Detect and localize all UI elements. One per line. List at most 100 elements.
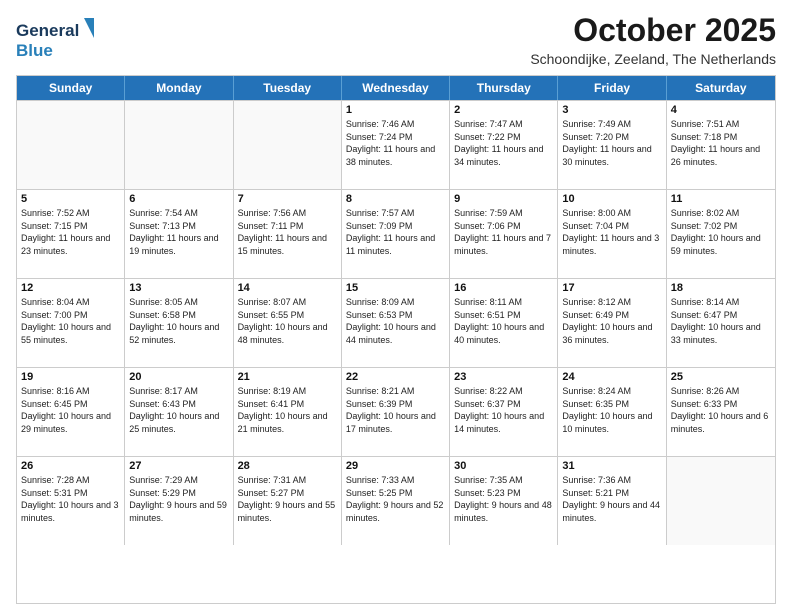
calendar-body: 1 Sunrise: 7:46 AM Sunset: 7:24 PM Daylig… [17,100,775,545]
day-info: Sunrise: 7:52 AM Sunset: 7:15 PM Dayligh… [21,207,120,257]
day-info: Sunrise: 8:02 AM Sunset: 7:02 PM Dayligh… [671,207,771,257]
table-row: 4 Sunrise: 7:51 AM Sunset: 7:18 PM Daylig… [667,101,775,189]
day-info: Sunrise: 8:09 AM Sunset: 6:53 PM Dayligh… [346,296,445,346]
day-info: Sunrise: 8:19 AM Sunset: 6:41 PM Dayligh… [238,385,337,435]
svg-text:Blue: Blue [16,41,53,60]
table-row: 29 Sunrise: 7:33 AM Sunset: 5:25 PM Dayli… [342,457,450,545]
table-row: 19Sunrise: 8:16 AM Sunset: 6:45 PM Dayli… [17,368,125,456]
day-number: 31 [562,460,661,472]
day-number: 15 [346,282,445,294]
day-number: 6 [129,193,228,205]
table-row: 20 Sunrise: 8:17 AM Sunset: 6:43 PM Dayli… [125,368,233,456]
day-info: Sunrise: 8:05 AM Sunset: 6:58 PM Dayligh… [129,296,228,346]
header-monday: Monday [125,76,233,100]
header-wednesday: Wednesday [342,76,450,100]
table-row: 25Sunrise: 8:26 AM Sunset: 6:33 PM Dayli… [667,368,775,456]
title-area: October 2025 Schoondijke, Zeeland, The N… [530,12,776,67]
table-row: 11 Sunrise: 8:02 AM Sunset: 7:02 PM Dayli… [667,190,775,278]
day-number: 20 [129,371,228,383]
day-number: 25 [671,371,771,383]
day-info: Sunrise: 8:21 AM Sunset: 6:39 PM Dayligh… [346,385,445,435]
day-info: Sunrise: 7:28 AM Sunset: 5:31 PM Dayligh… [21,474,120,524]
day-number: 1 [346,104,445,116]
header-thursday: Thursday [450,76,558,100]
day-number: 13 [129,282,228,294]
table-row: 3 Sunrise: 7:49 AM Sunset: 7:20 PM Daylig… [558,101,666,189]
day-info: Sunrise: 7:29 AM Sunset: 5:29 PM Dayligh… [129,474,228,524]
day-info: Sunrise: 7:59 AM Sunset: 7:06 PM Dayligh… [454,207,553,257]
day-info: Sunrise: 8:12 AM Sunset: 6:49 PM Dayligh… [562,296,661,346]
table-row: 6 Sunrise: 7:54 AM Sunset: 7:13 PM Daylig… [125,190,233,278]
week-row-4: 19Sunrise: 8:16 AM Sunset: 6:45 PM Dayli… [17,367,775,456]
day-number: 27 [129,460,228,472]
day-number: 30 [454,460,553,472]
calendar: Sunday Monday Tuesday Wednesday Thursday… [16,75,776,604]
day-info: Sunrise: 7:49 AM Sunset: 7:20 PM Dayligh… [562,118,661,168]
day-number: 2 [454,104,553,116]
day-info: Sunrise: 7:33 AM Sunset: 5:25 PM Dayligh… [346,474,445,524]
day-info: Sunrise: 7:56 AM Sunset: 7:11 PM Dayligh… [238,207,337,257]
day-number: 10 [562,193,661,205]
table-row: 2 Sunrise: 7:47 AM Sunset: 7:22 PM Daylig… [450,101,558,189]
day-number: 11 [671,193,771,205]
header-saturday: Saturday [667,76,775,100]
svg-text:General: General [16,21,79,40]
month-title: October 2025 [530,12,776,49]
table-row: 21 Sunrise: 8:19 AM Sunset: 6:41 PM Dayli… [234,368,342,456]
table-row: 1 Sunrise: 7:46 AM Sunset: 7:24 PM Daylig… [342,101,450,189]
table-row [125,101,233,189]
day-number: 21 [238,371,337,383]
header: General Blue October 2025 Schoondijke, Z… [16,12,776,67]
table-row: 23 Sunrise: 8:22 AM Sunset: 6:37 PM Dayli… [450,368,558,456]
table-row [17,101,125,189]
table-row: 24 Sunrise: 8:24 AM Sunset: 6:35 PM Dayli… [558,368,666,456]
table-row: 30Sunrise: 7:35 AM Sunset: 5:23 PM Dayli… [450,457,558,545]
table-row: 9 Sunrise: 7:59 AM Sunset: 7:06 PM Daylig… [450,190,558,278]
day-number: 23 [454,371,553,383]
logo-icon: General Blue [16,16,96,67]
day-info: Sunrise: 8:00 AM Sunset: 7:04 PM Dayligh… [562,207,661,257]
day-info: Sunrise: 7:47 AM Sunset: 7:22 PM Dayligh… [454,118,553,168]
location: Schoondijke, Zeeland, The Netherlands [530,51,776,67]
table-row: 15 Sunrise: 8:09 AM Sunset: 6:53 PM Dayli… [342,279,450,367]
day-info: Sunrise: 7:51 AM Sunset: 7:18 PM Dayligh… [671,118,771,168]
week-row-5: 26Sunrise: 7:28 AM Sunset: 5:31 PM Dayli… [17,456,775,545]
table-row: 10 Sunrise: 8:00 AM Sunset: 7:04 PM Dayli… [558,190,666,278]
table-row: 31 Sunrise: 7:36 AM Sunset: 5:21 PM Dayli… [558,457,666,545]
day-info: Sunrise: 8:16 AM Sunset: 6:45 PM Dayligh… [21,385,120,435]
day-info: Sunrise: 8:24 AM Sunset: 6:35 PM Dayligh… [562,385,661,435]
day-info: Sunrise: 7:36 AM Sunset: 5:21 PM Dayligh… [562,474,661,524]
day-number: 8 [346,193,445,205]
day-number: 4 [671,104,771,116]
day-info: Sunrise: 8:14 AM Sunset: 6:47 PM Dayligh… [671,296,771,346]
table-row [234,101,342,189]
day-number: 16 [454,282,553,294]
day-number: 9 [454,193,553,205]
day-info: Sunrise: 7:46 AM Sunset: 7:24 PM Dayligh… [346,118,445,168]
header-friday: Friday [558,76,666,100]
day-info: Sunrise: 7:54 AM Sunset: 7:13 PM Dayligh… [129,207,228,257]
day-info: Sunrise: 8:17 AM Sunset: 6:43 PM Dayligh… [129,385,228,435]
day-number: 7 [238,193,337,205]
day-info: Sunrise: 8:22 AM Sunset: 6:37 PM Dayligh… [454,385,553,435]
table-row: 5 Sunrise: 7:52 AM Sunset: 7:15 PM Daylig… [17,190,125,278]
table-row: 27 Sunrise: 7:29 AM Sunset: 5:29 PM Dayli… [125,457,233,545]
table-row [667,457,775,545]
day-number: 5 [21,193,120,205]
header-sunday: Sunday [17,76,125,100]
day-info: Sunrise: 8:04 AM Sunset: 7:00 PM Dayligh… [21,296,120,346]
day-info: Sunrise: 8:11 AM Sunset: 6:51 PM Dayligh… [454,296,553,346]
day-number: 28 [238,460,337,472]
day-info: Sunrise: 7:31 AM Sunset: 5:27 PM Dayligh… [238,474,337,524]
table-row: 17 Sunrise: 8:12 AM Sunset: 6:49 PM Dayli… [558,279,666,367]
day-number: 14 [238,282,337,294]
day-number: 17 [562,282,661,294]
day-number: 29 [346,460,445,472]
table-row: 26Sunrise: 7:28 AM Sunset: 5:31 PM Dayli… [17,457,125,545]
day-number: 24 [562,371,661,383]
table-row: 22 Sunrise: 8:21 AM Sunset: 6:39 PM Dayli… [342,368,450,456]
table-row: 13 Sunrise: 8:05 AM Sunset: 6:58 PM Dayli… [125,279,233,367]
day-number: 22 [346,371,445,383]
day-number: 3 [562,104,661,116]
day-info: Sunrise: 8:07 AM Sunset: 6:55 PM Dayligh… [238,296,337,346]
